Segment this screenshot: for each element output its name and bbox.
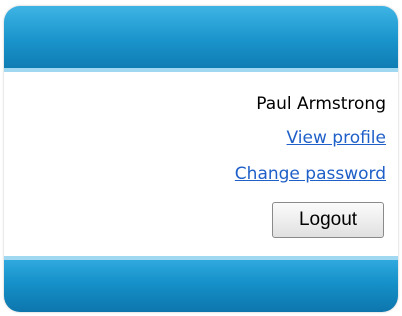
panel-footer xyxy=(4,260,398,312)
change-password-link[interactable]: Change password xyxy=(235,164,386,184)
logout-button[interactable]: Logout xyxy=(272,202,384,238)
user-name: Paul Armstrong xyxy=(256,94,386,114)
panel-header xyxy=(4,6,398,68)
view-profile-link[interactable]: View profile xyxy=(287,128,386,148)
panel-body: Paul Armstrong View profile Change passw… xyxy=(4,72,398,256)
user-panel: Paul Armstrong View profile Change passw… xyxy=(4,6,398,312)
